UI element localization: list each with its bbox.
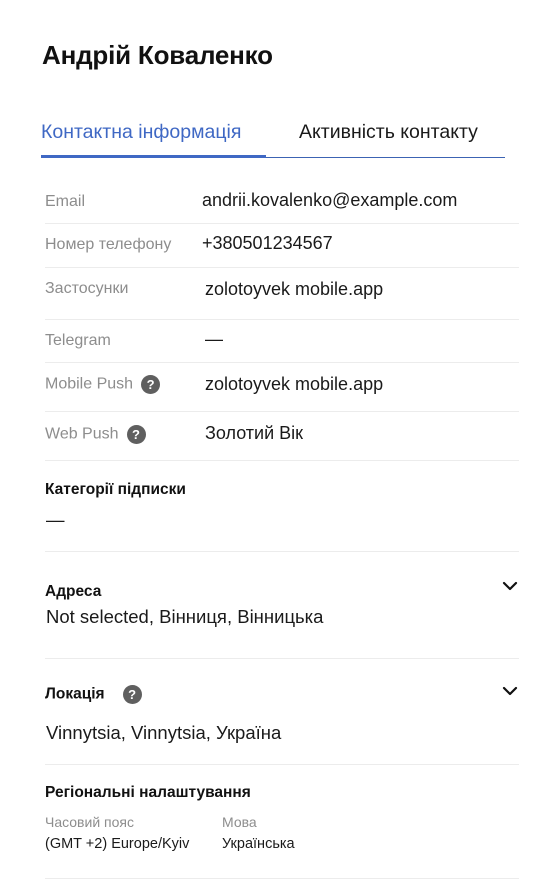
web-push-label: Web Push (45, 425, 119, 443)
regional-settings-title: Регіональні налаштування (45, 784, 251, 801)
phone-value[interactable]: +380501234567 (202, 233, 333, 254)
location-title-wrap: Локація? (45, 685, 142, 704)
address-section[interactable]: Адреса Not selected, Вінниця, Вінницька (45, 551, 519, 659)
web-push-value: Золотий Вік (205, 423, 304, 443)
tab-bar: Контактна інформація Активність контакту (41, 117, 505, 158)
email-label: Email (45, 193, 86, 210)
address-value: Not selected, Вінниця, Вінницька (46, 606, 324, 627)
telegram-value: — (205, 329, 223, 349)
email-value[interactable]: andrii.kovalenko@example.com (202, 190, 457, 211)
subscription-categories-section: Категорії підписки — (45, 460, 519, 552)
language-label: Мова (222, 814, 257, 830)
mobile-push-row: Mobile Push? zolotoyvek mobile.app (45, 362, 519, 412)
language-value: Українська (222, 836, 295, 852)
telegram-label: Telegram (45, 332, 111, 349)
subscription-categories-value: — (46, 509, 65, 530)
address-title: Адреса (45, 583, 102, 600)
help-icon[interactable]: ? (141, 375, 161, 394)
email-row: Email andrii.kovalenko@example.com (45, 180, 519, 224)
location-title: Локація (45, 685, 105, 703)
telegram-row: Telegram — (45, 319, 519, 363)
subscription-categories-title: Категорії підписки (45, 481, 186, 498)
tab-contact-info[interactable]: Контактна інформація (41, 121, 266, 158)
contact-name: Андрій Коваленко (42, 40, 273, 70)
chevron-down-icon[interactable] (501, 577, 519, 595)
chevron-down-icon[interactable] (501, 682, 519, 700)
location-section[interactable]: Локація? Vinnytsia, Vinnytsia, Україна (45, 658, 519, 765)
mobile-push-label: Mobile Push (45, 375, 134, 393)
mobile-push-value: zolotoyvek mobile.app (205, 374, 384, 394)
regional-settings-section: Регіональні налаштування Часовий пояс (G… (45, 764, 519, 879)
apps-row: Застосунки zolotoyvek mobile.app (45, 267, 519, 320)
apps-value: zolotoyvek mobile.app (205, 279, 384, 299)
phone-label: Номер телефону (45, 236, 172, 253)
apps-label: Застосунки (45, 280, 129, 297)
web-push-label-wrap: Web Push? (45, 425, 146, 444)
help-icon[interactable]: ? (122, 685, 142, 704)
phone-row: Номер телефону +380501234567 (45, 223, 519, 268)
timezone-value: (GMT +2) Europe/Kyiv (45, 836, 190, 852)
help-icon[interactable]: ? (126, 425, 146, 444)
tab-contact-activity[interactable]: Активність контакту (299, 121, 478, 144)
location-value: Vinnytsia, Vinnytsia, Україна (46, 722, 282, 743)
web-push-row: Web Push? Золотий Вік (45, 411, 519, 461)
timezone-label: Часовий пояс (45, 814, 134, 830)
mobile-push-label-wrap: Mobile Push? (45, 375, 161, 394)
